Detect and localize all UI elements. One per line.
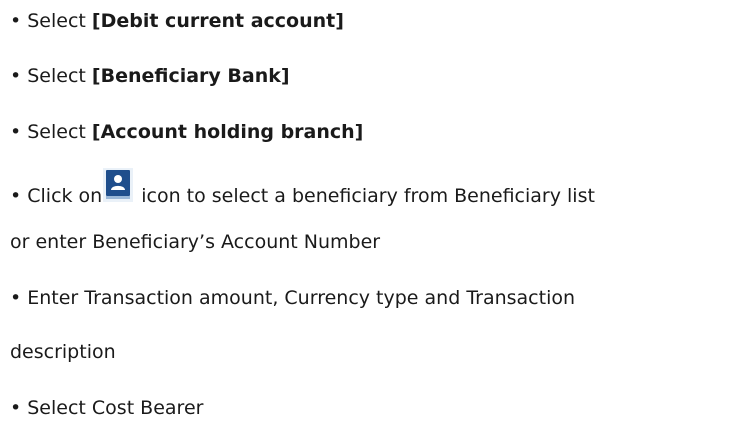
beneficiary-bank-label: [Beneficiary Bank] [91, 65, 290, 87]
step-text: • Enter Transaction amount, Currency typ… [10, 287, 576, 309]
contact-book-icon [103, 168, 134, 205]
step-click-contact-icon-continuation: or enter Beneficiary’s Account Number [10, 230, 380, 254]
debit-current-account-label: [Debit current account] [91, 10, 344, 32]
step-text: • Select Cost Bearer [10, 397, 204, 419]
step-click-contact-icon: • Click on icon to select a beneficiary … [10, 168, 595, 208]
step-enter-transaction-details: • Enter Transaction amount, Currency typ… [10, 286, 575, 310]
step-prefix: • Select [10, 65, 92, 87]
step-select-account-branch: • Select [Account holding branch] [10, 120, 363, 144]
step-text-after-icon: icon to select a beneficiary from Benefi… [141, 185, 595, 207]
step-select-cost-bearer: • Select Cost Bearer [10, 396, 203, 420]
step-text-before-icon: • Click on [10, 185, 103, 207]
step-continuation-text: or enter Beneficiary’s Account Number [10, 231, 381, 253]
step-prefix: • Select [10, 121, 92, 143]
step-continuation-text: description [10, 341, 116, 363]
step-select-debit-account: • Select [Debit current account] [10, 9, 344, 33]
step-enter-transaction-details-continuation: description [10, 340, 116, 364]
account-holding-branch-label: [Account holding branch] [91, 121, 364, 143]
step-select-beneficiary-bank: • Select [Beneficiary Bank] [10, 64, 290, 88]
step-prefix: • Select [10, 10, 92, 32]
